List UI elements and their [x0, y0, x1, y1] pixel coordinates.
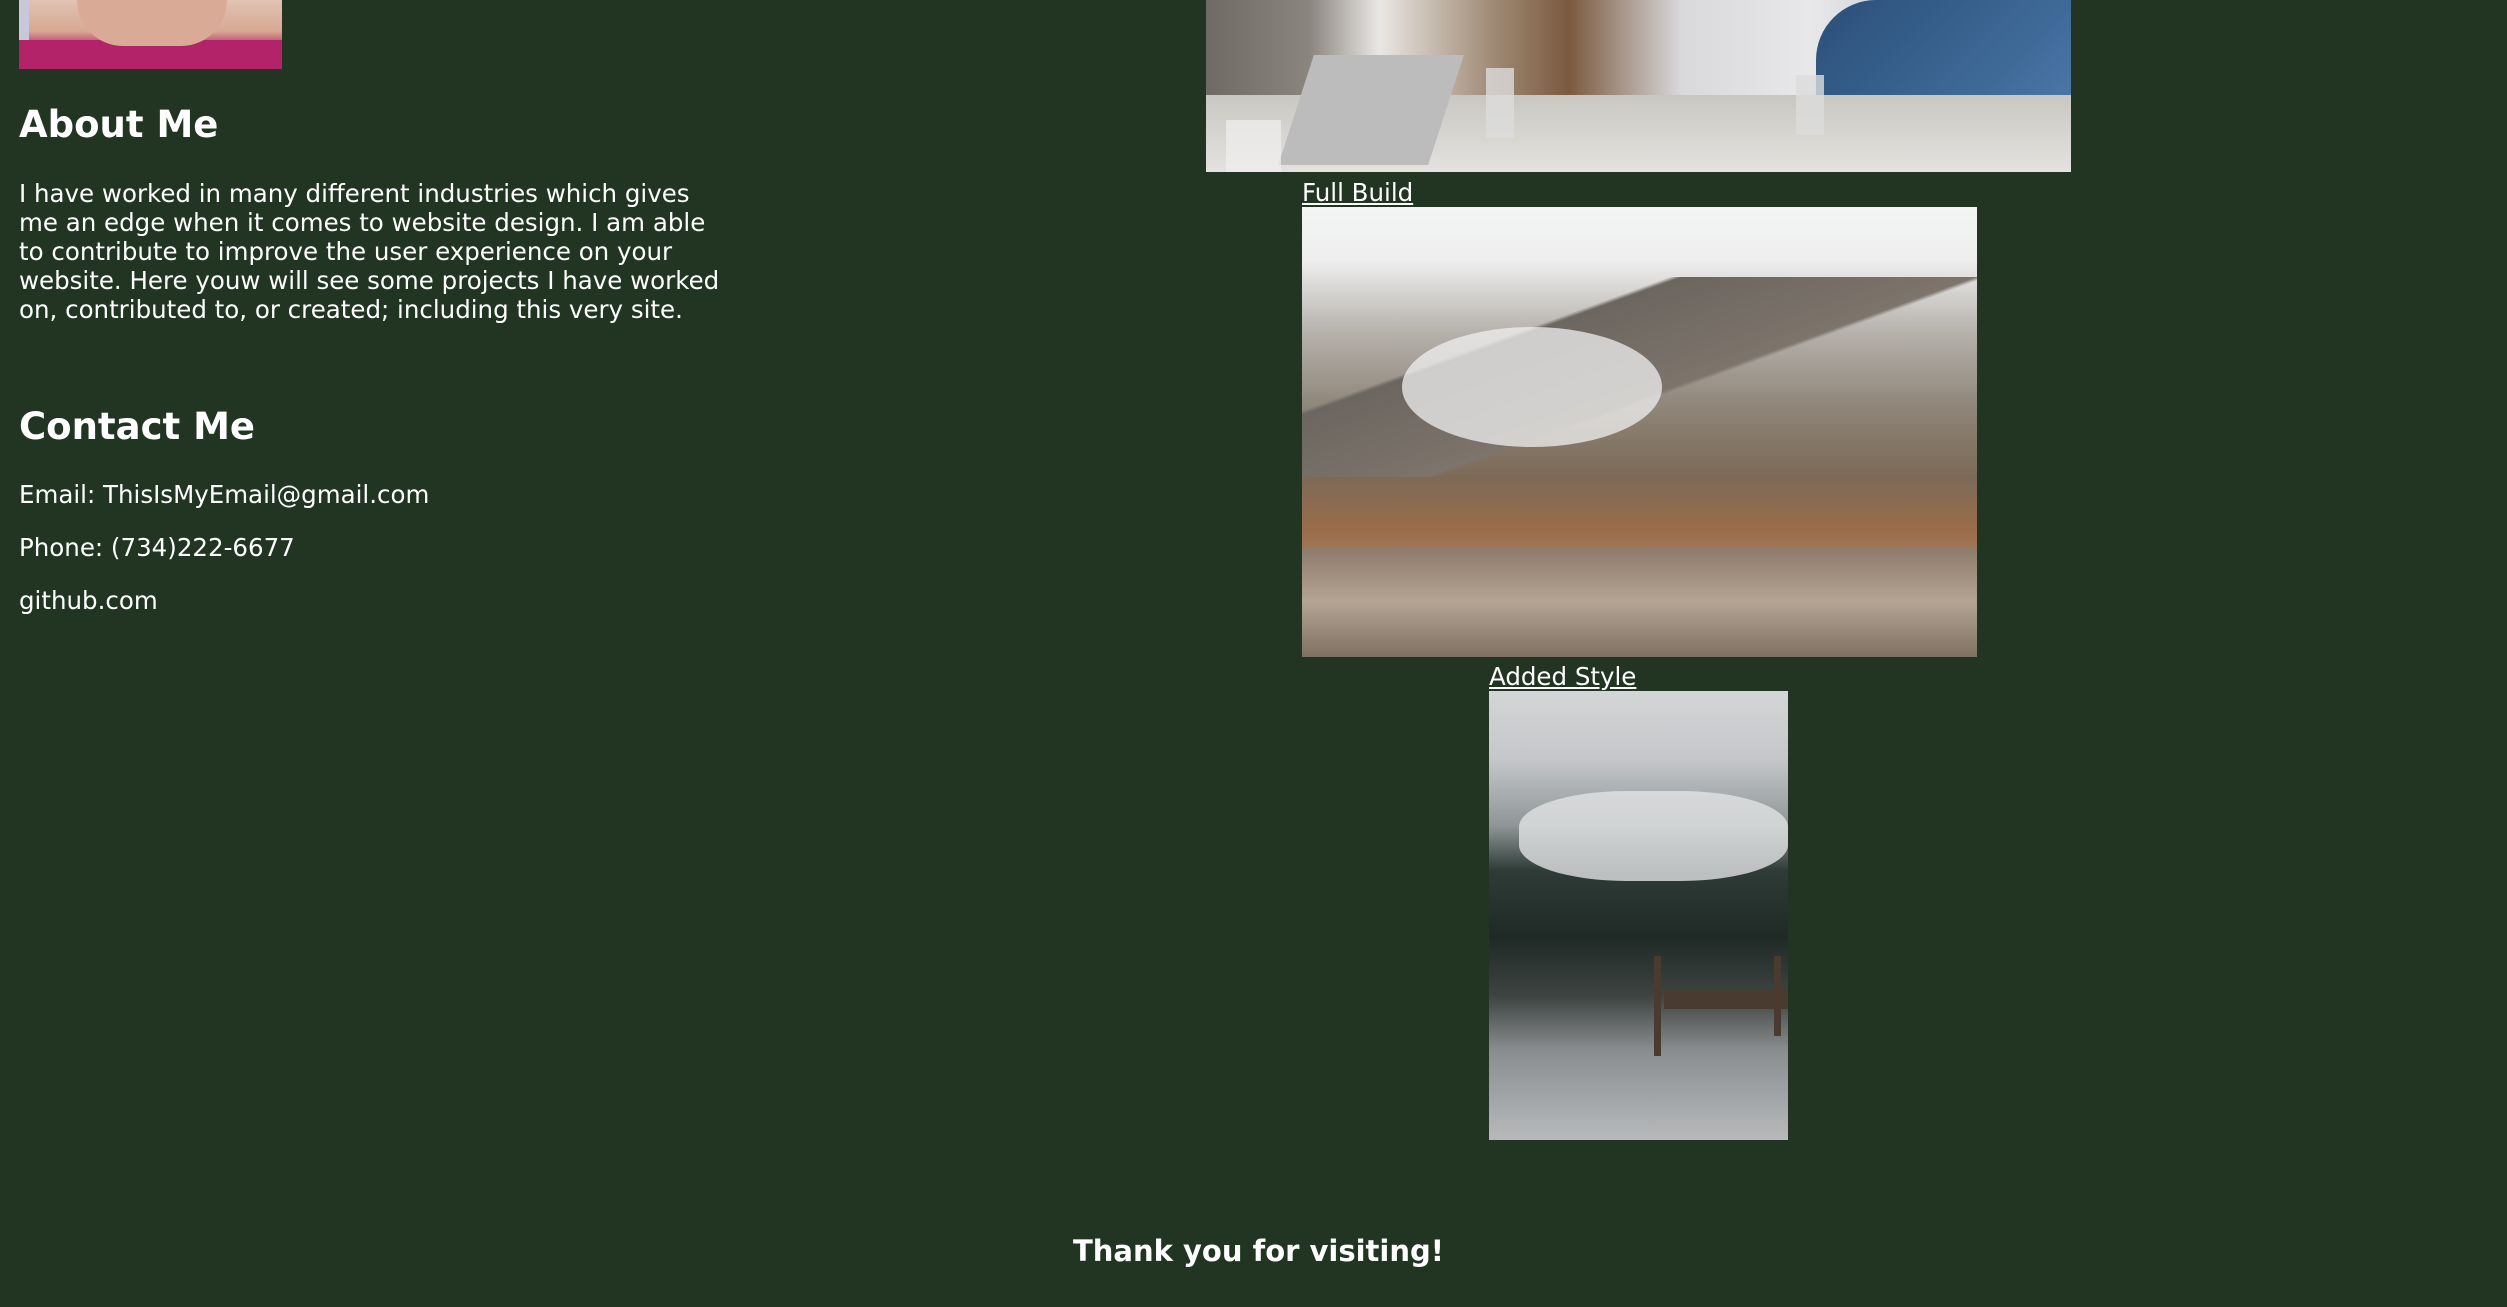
- about-text: I have worked in many different industri…: [19, 179, 720, 324]
- contact-github: github.com: [19, 586, 158, 615]
- contact-phone: Phone: (734)222-6677: [19, 533, 295, 562]
- about-heading: About Me: [19, 103, 219, 146]
- photo-detail: [1302, 547, 1977, 657]
- photo-detail: [1664, 989, 1788, 1009]
- photo-detail: [1519, 791, 1788, 881]
- photo-detail: [1774, 956, 1781, 1036]
- photo-detail: [1486, 68, 1514, 138]
- photo-detail: [1402, 327, 1662, 447]
- profile-photo: [19, 0, 282, 69]
- project-image-lake[interactable]: [1489, 691, 1788, 1140]
- contact-heading: Contact Me: [19, 405, 255, 448]
- photo-detail: [1654, 956, 1661, 1056]
- project-link-full-build[interactable]: Full Build: [1302, 178, 1413, 207]
- photo-detail: [1226, 120, 1281, 172]
- footer-message: Thank you for visiting!: [1072, 1234, 1444, 1268]
- contact-email: Email: ThisIsMyEmail@gmail.com: [19, 480, 430, 509]
- project-image-mountain[interactable]: [1302, 207, 1977, 657]
- project-image-meeting[interactable]: [1206, 0, 2071, 172]
- photo-detail: [1796, 75, 1824, 135]
- photo-neck: [77, 0, 227, 46]
- project-link-added-style[interactable]: Added Style: [1489, 662, 1636, 691]
